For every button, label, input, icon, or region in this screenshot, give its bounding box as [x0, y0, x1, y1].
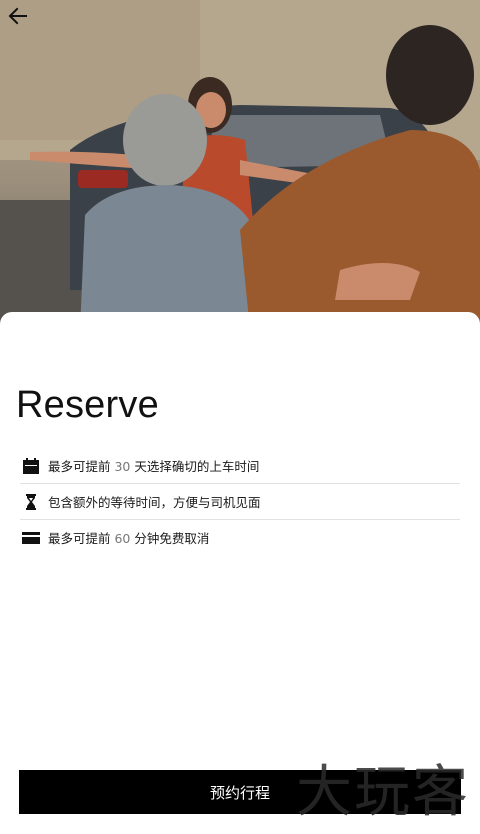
feature-item-advance-booking: 最多可提前 30 天选择确切的上车时间 [20, 448, 460, 484]
feature-text: 最多可提前 60 分钟免费取消 [48, 531, 210, 546]
hourglass-icon [20, 491, 42, 513]
arrow-left-icon [8, 7, 27, 25]
reserve-screen: Reserve 最多可提前 30 天选择确切的上车时间 包含额外的等待时间，方便… [0, 0, 480, 834]
feature-text: 包含额外的等待时间，方便与司机见面 [48, 495, 261, 510]
page-title: Reserve [16, 384, 159, 426]
reserve-trip-button[interactable]: 预约行程 [19, 770, 461, 814]
calendar-icon [20, 455, 42, 477]
feature-item-free-cancel: 最多可提前 60 分钟免费取消 [20, 520, 460, 555]
feature-list: 最多可提前 30 天选择确切的上车时间 包含额外的等待时间，方便与司机见面 最多… [20, 448, 460, 555]
card-icon [20, 527, 42, 549]
hero-photo [0, 0, 480, 330]
feature-item-wait-time: 包含额外的等待时间，方便与司机见面 [20, 484, 460, 520]
hero-illustration [0, 0, 480, 330]
feature-text: 最多可提前 30 天选择确切的上车时间 [48, 459, 260, 474]
back-button[interactable] [8, 6, 36, 34]
